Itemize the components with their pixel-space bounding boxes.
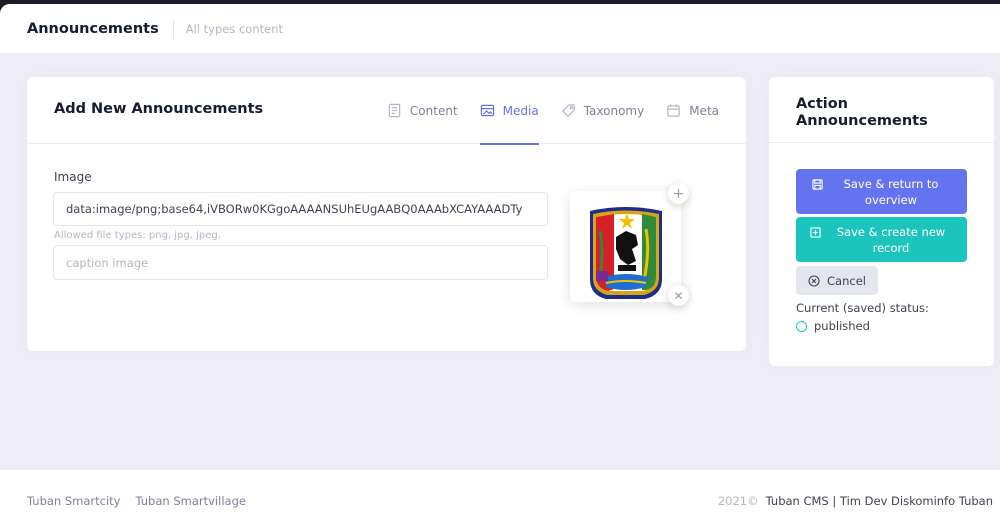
status-dot-icon xyxy=(796,320,807,332)
tab-content-label: Content xyxy=(409,103,458,118)
emblem-image xyxy=(570,191,681,302)
footer-year: 2021© xyxy=(717,493,759,508)
tab-meta-label: Meta xyxy=(689,103,719,118)
document-icon xyxy=(388,103,401,118)
allowed-types-hint: Allowed file types: png, jpg, jpeg. xyxy=(54,230,221,241)
save-and-create-button[interactable]: Save & create new record xyxy=(796,217,967,262)
action-card-header: Action Announcements xyxy=(769,77,994,143)
status-label: Current (saved) status: xyxy=(796,301,929,315)
save-and-create-label: Save & create new record xyxy=(836,225,946,255)
tag-icon xyxy=(561,104,575,117)
footer-credit-link[interactable]: Tuban CMS | Tim Dev Diskominfo Tuban xyxy=(766,494,993,508)
remove-image-button[interactable]: ✕ xyxy=(668,285,689,306)
image-field-label: Image xyxy=(54,170,92,184)
announcement-form-card: Add New Announcements Content Media Taxo… xyxy=(27,77,746,351)
cancel-label: Cancel xyxy=(827,273,866,288)
image-preview: + ✕ xyxy=(570,183,689,306)
app-window: Announcements All types content Add New … xyxy=(0,4,1000,531)
status-indicator: published xyxy=(796,319,870,333)
tab-meta[interactable]: Meta xyxy=(666,77,719,144)
tab-media-label: Media xyxy=(502,103,539,118)
footer-link-smartcity[interactable]: Tuban Smartcity xyxy=(27,494,120,508)
calendar-icon xyxy=(667,104,680,117)
status-value: published xyxy=(814,319,870,333)
save-and-return-button[interactable]: Save & return to overview xyxy=(796,169,967,214)
tab-taxonomy[interactable]: Taxonomy xyxy=(561,77,645,144)
form-tabs: Content Media Taxonomy Meta xyxy=(365,77,719,145)
image-icon xyxy=(480,104,494,117)
plus-square-icon xyxy=(809,227,821,238)
page-description: All types content xyxy=(185,21,284,36)
image-url-input[interactable] xyxy=(53,192,548,226)
save-and-return-label: Save & return to overview xyxy=(843,177,939,207)
cancel-button[interactable]: Cancel xyxy=(796,266,878,295)
cancel-circle-icon xyxy=(808,274,820,287)
action-card-title: Action Announcements xyxy=(796,96,928,129)
action-card: Action Announcements Save & return to ov… xyxy=(769,77,994,366)
form-card-title: Add New Announcements xyxy=(54,101,264,117)
tab-taxonomy-label: Taxonomy xyxy=(583,103,645,118)
tab-content[interactable]: Content xyxy=(387,77,458,144)
page-title: Announcements xyxy=(27,20,159,37)
image-preview-frame xyxy=(570,191,681,302)
footer-link-smartvillage[interactable]: Tuban Smartvillage xyxy=(135,494,245,508)
plus-icon: + xyxy=(672,185,685,202)
add-image-button[interactable]: + xyxy=(668,183,689,204)
footer-credits: 2021© Tuban CMS | Tim Dev Diskominfo Tub… xyxy=(718,470,993,531)
subheader-divider xyxy=(172,18,174,39)
tab-media[interactable]: Media xyxy=(479,77,539,145)
subheader: Announcements All types content xyxy=(0,4,1000,54)
close-icon: ✕ xyxy=(673,288,684,303)
form-card-header: Add New Announcements Content Media Taxo… xyxy=(27,77,746,145)
caption-input[interactable] xyxy=(53,245,548,280)
save-icon xyxy=(812,179,823,190)
footer: Tuban Smartcity Tuban Smartvillage 2021©… xyxy=(0,470,1000,531)
